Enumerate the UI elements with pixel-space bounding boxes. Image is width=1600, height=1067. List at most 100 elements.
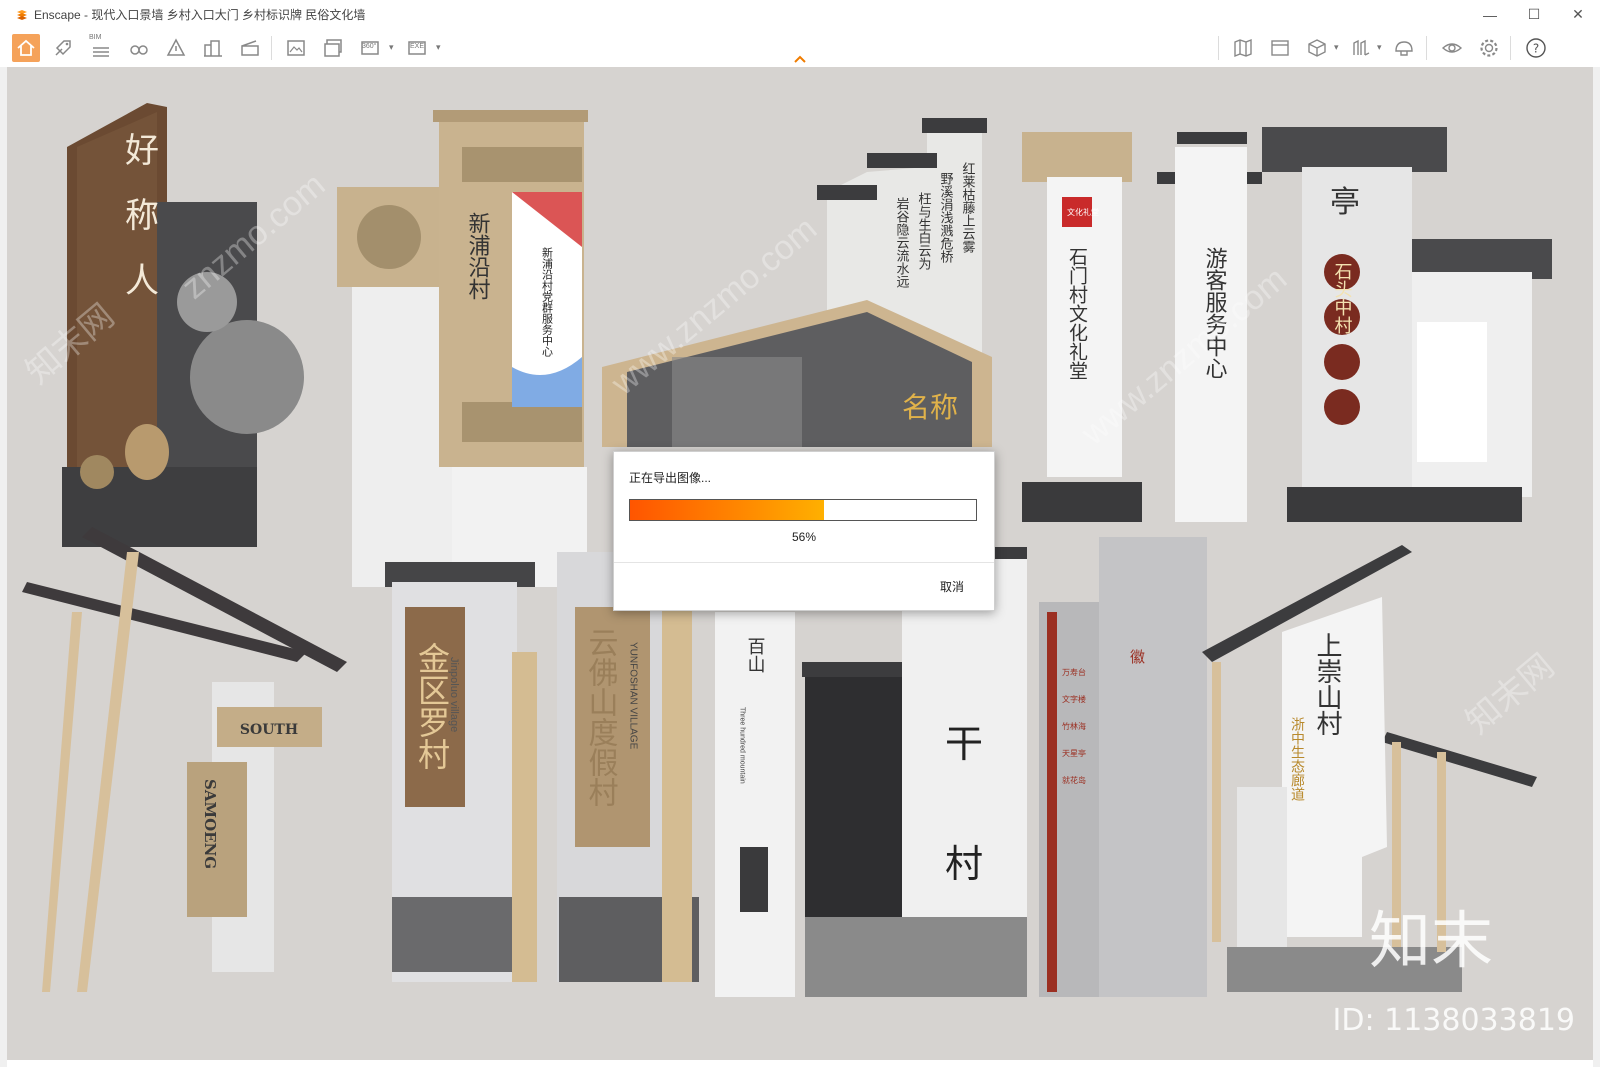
panorama-label: 360° xyxy=(362,43,377,50)
sign-11-title: 百山 xyxy=(745,637,766,673)
sign-10-title: 云佛山度假村 xyxy=(583,627,619,807)
brand-watermark: 知末 xyxy=(1368,904,1493,977)
cancel-button[interactable]: 取消 xyxy=(940,578,964,595)
clapper-button[interactable] xyxy=(236,34,264,62)
sign-7-title: 石头中村 xyxy=(1332,262,1353,334)
home-icon xyxy=(17,39,35,56)
asset-tag-icon xyxy=(55,40,71,56)
close-button[interactable]: ✕ xyxy=(1556,0,1600,29)
sign-hui-stone xyxy=(1039,537,1207,997)
sign-3-poem-line-1: 红莱枯藤上云雾 xyxy=(960,161,976,253)
sign-1-char-3: 人 xyxy=(125,261,159,301)
map-icon xyxy=(1234,38,1252,58)
export-progress-dialog: 正在导出图像... 56% 取消 xyxy=(613,451,995,611)
helmet-icon xyxy=(1395,41,1413,56)
image-export-button[interactable] xyxy=(282,34,310,62)
eye-icon xyxy=(1441,43,1463,53)
binoculars-icon xyxy=(130,45,148,55)
sign-3-poem-line-3: 枉与生白云为 xyxy=(916,192,932,270)
chevron-down-icon[interactable]: ▾ xyxy=(1334,43,1342,52)
sign-13-item: 就花岛 xyxy=(1062,775,1086,785)
capture-icon xyxy=(166,38,186,56)
panorama-button[interactable]: 360° xyxy=(356,34,384,62)
sign-5-title: 石门村文化礼堂 xyxy=(1066,247,1088,380)
batch-export-icon xyxy=(324,39,342,57)
sign-11-english: Three hundred mountain xyxy=(739,707,746,784)
minimize-button[interactable]: — xyxy=(1468,0,1512,29)
settings-button[interactable] xyxy=(1475,34,1503,62)
chevron-down-icon[interactable]: ▾ xyxy=(389,43,397,52)
exe-export-button[interactable]: EXE xyxy=(403,34,431,62)
sign-jinquluo-wall xyxy=(385,562,537,982)
sign-2-vertical-title: 新浦沿村 xyxy=(465,212,491,300)
sign-1-char-1: 好 xyxy=(125,131,159,171)
dialog-title: 正在导出图像... xyxy=(629,471,712,485)
progress-percent-label: 56% xyxy=(791,530,817,544)
binoculars-button[interactable] xyxy=(125,34,153,62)
sign-13-item: 天星亭 xyxy=(1062,748,1086,758)
sign-9-english: Jinpoluo village xyxy=(448,657,460,732)
title-bar: Enscape - 现代入口景墙 乡村入口大门 乡村标识牌 民俗文化墙 xyxy=(0,0,1600,29)
maximize-icon: ☐ xyxy=(1527,6,1541,22)
bim-button[interactable]: BIM xyxy=(87,34,115,62)
sign-4-name: 名称 xyxy=(902,391,958,424)
cube-button[interactable] xyxy=(1303,34,1331,62)
sign-13-item: 文字楼 xyxy=(1062,694,1086,704)
enscape-logo-icon xyxy=(17,9,27,20)
library-button[interactable] xyxy=(1266,34,1294,62)
sign-8-samoeng: SAMOENG xyxy=(201,779,219,869)
minimize-icon: — xyxy=(1483,6,1497,23)
sign-14-title: 上崇山村 xyxy=(1312,632,1342,736)
svg-text:?: ? xyxy=(1533,42,1539,56)
sign-13-item: 竹林海 xyxy=(1062,721,1086,731)
layers-icon xyxy=(1353,39,1370,56)
sign-6-title: 游客服务中心 xyxy=(1202,247,1228,379)
asset-tag-button[interactable] xyxy=(49,34,77,62)
sign-1-char-2: 称 xyxy=(125,196,159,236)
chevron-down-icon[interactable]: ▾ xyxy=(1377,43,1385,52)
sign-8-south: SOUTH xyxy=(240,722,298,738)
close-icon: ✕ xyxy=(1572,6,1584,22)
toolbar-separator xyxy=(1218,36,1219,60)
sign-9-title: 金区罗村 xyxy=(413,642,451,770)
library-icon xyxy=(1271,40,1289,56)
window-title: Enscape - 现代入口景墙 乡村入口大门 乡村标识牌 民俗文化墙 xyxy=(34,8,366,22)
buildings-icon xyxy=(204,40,222,57)
helmet-button[interactable] xyxy=(1390,34,1418,62)
image-export-icon xyxy=(287,40,305,56)
help-button[interactable]: ? xyxy=(1522,34,1550,62)
sign-10-english: YUNFOSHAN VILLAGE xyxy=(628,642,639,750)
sign-14-subtitle: 浙中生态廊道 xyxy=(1289,717,1305,802)
capture-button[interactable] xyxy=(162,34,190,62)
sign-yunfoshan-column xyxy=(557,552,699,982)
home-button[interactable] xyxy=(12,34,40,62)
id-watermark: ID: 1138033819 xyxy=(1332,1003,1575,1038)
cube-icon xyxy=(1308,39,1326,57)
dialog-divider xyxy=(614,562,994,563)
sign-12-char-3: 村 xyxy=(945,842,983,886)
help-icon: ? xyxy=(1526,38,1546,58)
sign-5-seal: 文化礼堂 xyxy=(1067,207,1099,217)
window-right-edge xyxy=(1593,67,1600,1067)
buildings-button[interactable] xyxy=(199,34,227,62)
progress-bar xyxy=(629,499,977,521)
map-button[interactable] xyxy=(1229,34,1257,62)
collapse-toolbar-chevron-icon[interactable] xyxy=(793,54,807,64)
sign-3-poem-line-2: 野溪涓浅溅危桥 xyxy=(938,172,954,264)
layers-button[interactable] xyxy=(1347,34,1375,62)
toolbar-separator xyxy=(271,36,272,60)
sign-3-poem-line-4: 岩谷隐云流水远 xyxy=(894,197,910,289)
eye-button[interactable] xyxy=(1438,34,1466,62)
sign-7-top-char: 亭 xyxy=(1330,185,1360,220)
progress-fill xyxy=(630,500,824,520)
bim-label: BIM xyxy=(89,34,102,41)
toolbar-separator xyxy=(1510,36,1511,60)
sign-2-panel-text: 新浦沿村党群服务中心 xyxy=(541,246,554,357)
batch-export-button[interactable] xyxy=(319,34,347,62)
window-left-edge xyxy=(0,67,7,1067)
toolbar-separator xyxy=(1426,36,1427,60)
gear-icon xyxy=(1480,39,1498,57)
exe-label: EXE xyxy=(410,43,425,50)
maximize-button[interactable]: ☐ xyxy=(1512,0,1556,29)
chevron-down-icon[interactable]: ▾ xyxy=(436,43,444,52)
